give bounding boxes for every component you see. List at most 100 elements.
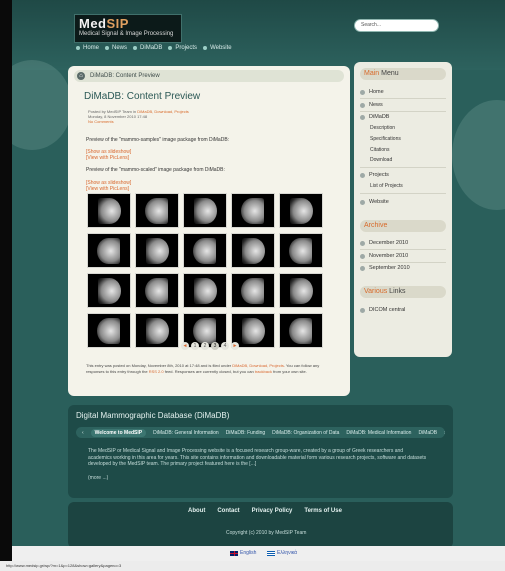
nav-item-dimadb[interactable]: DiMaDB (133, 45, 162, 51)
bullet-icon (360, 172, 365, 178)
home-icon[interactable]: ⌂ (77, 72, 85, 80)
footer-link-terms[interactable]: Terms of Use (304, 508, 342, 514)
featured-text: The MedSIP or Medical Signal and Image P… (88, 448, 427, 467)
nav-item-projects[interactable]: Projects (168, 45, 197, 51)
sidebar-subitem-description[interactable]: Description (370, 125, 395, 131)
more-link[interactable]: (more ...) (88, 475, 108, 481)
gallery-thumbnail[interactable] (279, 233, 323, 268)
footer-link-privacy[interactable]: Privacy Policy (252, 508, 293, 514)
tab-organization-of-data[interactable]: DiMaDB: Organization of Data (272, 430, 339, 436)
search-input[interactable]: Search... (354, 19, 439, 32)
tab-general-information[interactable]: DiMaDB: General Information (153, 430, 219, 436)
nav-item-home[interactable]: Home (76, 45, 99, 51)
footer-text: from your own site. (273, 369, 307, 374)
gallery-thumbnail[interactable] (87, 313, 131, 348)
divider (360, 193, 446, 194)
gallery-thumbnail[interactable] (183, 193, 227, 228)
sidebar-item-dimadb[interactable]: DiMaDB (360, 114, 389, 120)
tabs-prev-icon[interactable]: ‹ (82, 430, 84, 436)
gallery-thumbnail[interactable] (87, 193, 131, 228)
pager-page-current[interactable]: 3 (211, 342, 219, 350)
comments-link[interactable]: No Comments (88, 119, 189, 124)
gallery-thumbnail[interactable] (183, 273, 227, 308)
pager-page[interactable]: 4 (221, 342, 229, 350)
gallery-thumbnail[interactable] (279, 193, 323, 228)
gallery-thumbnail[interactable] (183, 233, 227, 268)
pager-prev[interactable]: ◄ (181, 342, 189, 350)
rss-link[interactable]: RSS 2.0 (149, 369, 164, 374)
gallery-thumbnail[interactable] (135, 273, 179, 308)
bullet-icon (360, 253, 365, 259)
archive-item[interactable]: September 2010 (360, 265, 410, 271)
site-footer: About Contact Privacy Policy Terms of Us… (68, 502, 453, 548)
gallery-thumbnail[interactable] (87, 273, 131, 308)
language-english[interactable]: English (230, 550, 256, 556)
gallery-thumbnail[interactable] (135, 313, 179, 348)
pager-next[interactable]: ► (231, 342, 239, 350)
bullet-icon (360, 240, 365, 246)
gallery-thumbnail[interactable] (231, 193, 275, 228)
sidebar-item-news[interactable]: News (360, 102, 383, 108)
bullet-icon (360, 102, 365, 108)
tab-dimadb[interactable]: DiMaDB (418, 430, 437, 436)
footer-link-about[interactable]: About (188, 508, 205, 514)
divider (360, 249, 446, 250)
sidebar-subitem-list-of-projects[interactable]: List of Projects (370, 183, 403, 189)
site-logo[interactable]: MedSIP Medical Signal & Image Processing (74, 14, 182, 43)
main-content: ⌂ DiMaDB: Content Preview DiMaDB: Conten… (68, 66, 350, 396)
decor-dots (452, 100, 505, 210)
bullet-icon (360, 89, 365, 95)
piclens-link-1[interactable]: [View with PicLens] (86, 155, 129, 161)
main-menu-heading: Main Menu (360, 68, 446, 80)
breadcrumb: ⌂ DiMaDB: Content Preview (74, 70, 344, 82)
nav-item-website[interactable]: Website (203, 45, 232, 51)
pager-page[interactable]: 2 (201, 342, 209, 350)
piclens-link-2[interactable]: [View with PicLens] (86, 186, 129, 192)
trackback-link[interactable]: trackback (255, 369, 272, 374)
archive-item[interactable]: November 2010 (360, 253, 408, 259)
footer-link-contact[interactable]: Contact (217, 508, 239, 514)
language-greek[interactable]: Ελληνικά (267, 550, 297, 556)
bullet-icon (133, 46, 138, 50)
gallery-thumbnail[interactable] (135, 233, 179, 268)
top-navigation: Home News DiMaDB Projects Website (76, 45, 232, 51)
sidebar-subitem-specifications[interactable]: Specifications (370, 136, 401, 142)
gallery-thumbnail[interactable] (279, 273, 323, 308)
intro-text-2: Preview of the "mammo-scaled" image pack… (86, 167, 225, 173)
dimadb-featured-box: Digital Mammographic Database (DiMaDB) ‹… (68, 405, 453, 498)
post-footer: This entry was posted on Monday, Novembe… (86, 363, 336, 375)
tabs-next-icon[interactable]: › (444, 430, 445, 436)
language-bar: English Ελληνικά (12, 546, 505, 561)
gallery-thumbnail[interactable] (279, 313, 323, 348)
pager-page[interactable]: 1 (191, 342, 199, 350)
links-heading: Various Links (360, 286, 446, 298)
gallery-thumbnail[interactable] (231, 273, 275, 308)
footer-categories-link[interactable]: DiMaDB, Download, Projects (232, 363, 284, 368)
sidebar-item-website[interactable]: Website (360, 199, 389, 205)
footer-text: This entry was posted on Monday, Novembe… (86, 363, 232, 368)
gallery-thumbnail[interactable] (135, 193, 179, 228)
tab-medical-information[interactable]: DiMaDB: Medical Information (346, 430, 411, 436)
divider (360, 167, 446, 168)
nav-item-news[interactable]: News (105, 45, 127, 51)
sidebar-subitem-download[interactable]: Download (370, 157, 392, 163)
tab-funding[interactable]: DiMaDB: Funding (226, 430, 265, 436)
bullet-icon (360, 199, 365, 205)
sidebar-subitem-citations[interactable]: Citations (370, 147, 389, 153)
breadcrumb-text: DiMaDB: Content Preview (90, 73, 160, 79)
archive-heading: Archive (360, 220, 446, 232)
gallery-thumbnail[interactable] (87, 233, 131, 268)
footer-text: feed. Responses are currently closed, bu… (164, 369, 254, 374)
decor-dots (12, 60, 72, 150)
archive-item[interactable]: December 2010 (360, 240, 408, 246)
gallery-thumbnail[interactable] (231, 233, 275, 268)
sidebar-item-projects[interactable]: Projects (360, 172, 389, 178)
link-item-dicom-central[interactable]: DICOM central (360, 307, 405, 313)
bullet-icon (105, 46, 110, 50)
bullet-icon (203, 46, 208, 50)
tab-welcome[interactable]: Welcome to MedSIP (90, 428, 147, 437)
featured-tabs: ‹ Welcome to MedSIP DiMaDB: General Info… (76, 427, 445, 438)
copyright: Copyright (c) 2010 by MedSIP Team (226, 530, 307, 536)
sidebar-item-home[interactable]: Home (360, 89, 384, 95)
divider (360, 98, 446, 99)
